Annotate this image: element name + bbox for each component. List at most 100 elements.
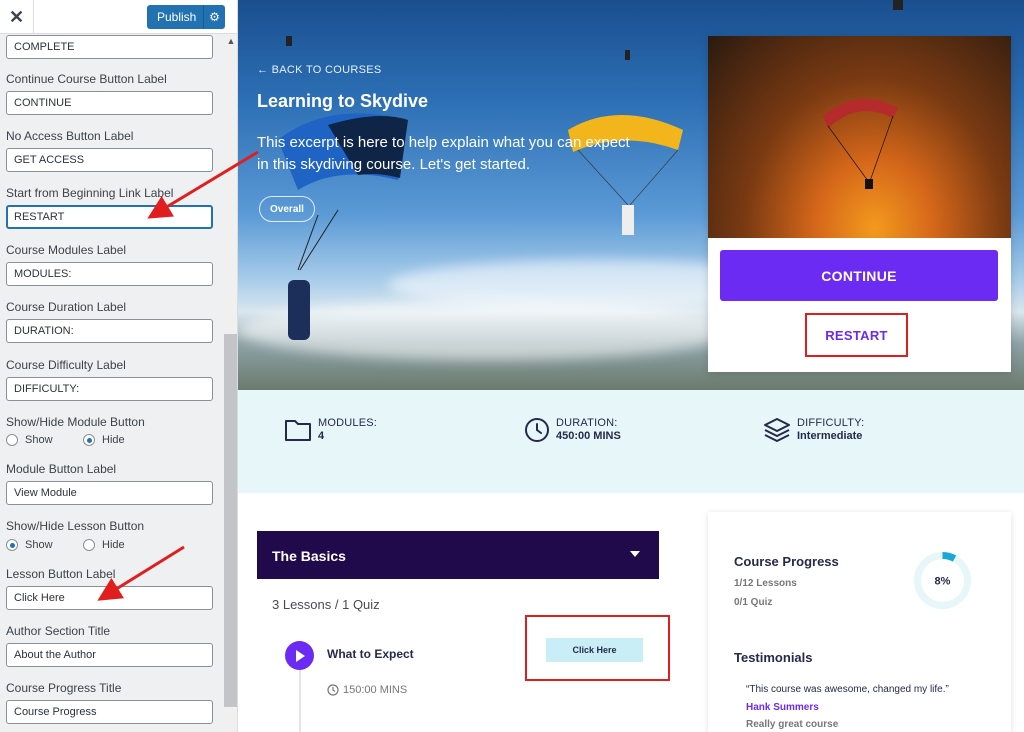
field-label: No Access Button Label xyxy=(6,129,134,143)
progress-lessons: 1/12 Lessons xyxy=(734,578,797,589)
clock-icon xyxy=(327,684,339,696)
testimonial-quote: “This course was awesome, changed my lif… xyxy=(746,684,949,695)
clock-icon xyxy=(525,418,549,442)
modules-value: 4 xyxy=(318,430,325,442)
lesson-duration: 150:00 MINS xyxy=(327,684,407,696)
skydiver xyxy=(622,205,634,235)
restart-link[interactable]: RESTART xyxy=(805,313,908,357)
field-label: Show/Hide Module Button xyxy=(6,415,145,429)
difficulty-label: DIFFICULTY: xyxy=(797,417,865,429)
field-label: Lesson Button Label xyxy=(6,567,116,581)
duration-value: 450:00 MINS xyxy=(556,430,621,442)
lesson-hide-radio[interactable]: Hide xyxy=(83,539,160,551)
lesson-title[interactable]: What to Expect xyxy=(327,647,414,661)
modules-label-field[interactable] xyxy=(6,262,213,286)
radio-circle[interactable] xyxy=(6,539,18,551)
progress-quiz: 0/1 Quiz xyxy=(734,597,773,608)
progress-ring: 8% xyxy=(914,552,971,609)
field-label: Course Progress Title xyxy=(6,681,122,695)
radio-label: Hide xyxy=(102,434,125,446)
gear-icon[interactable]: ⚙ xyxy=(203,5,225,29)
course-hero: ← BACK TO COURSES Learning to Skydive Th… xyxy=(238,0,1024,390)
lesson-button-label-field[interactable] xyxy=(6,586,213,610)
overall-badge[interactable]: Overall xyxy=(259,196,315,222)
module-show-radio[interactable]: Show xyxy=(6,434,83,446)
publish-label: Publish xyxy=(157,10,197,24)
no-access-label-field[interactable] xyxy=(6,148,213,172)
course-enroll-card: CONTINUE RESTART xyxy=(708,36,1011,372)
scroll-up-icon[interactable]: ▲ xyxy=(225,36,237,46)
field-label: Start from Beginning Link Label xyxy=(6,186,174,200)
module-toggle-radios: Show Hide xyxy=(6,434,160,446)
radio-circle[interactable] xyxy=(83,434,95,446)
module-lesson-count: 3 Lessons / 1 Quiz xyxy=(272,597,380,612)
publish-button[interactable]: Publish ⚙ xyxy=(147,5,225,29)
field-label: Continue Course Button Label xyxy=(6,72,167,86)
lesson-show-radio[interactable]: Show xyxy=(6,539,83,551)
lesson-toggle-radios: Show Hide xyxy=(6,539,160,551)
meta-duration: DURATION: 450:00 MINS xyxy=(524,417,621,443)
module-accordion-header[interactable]: The Basics xyxy=(257,531,659,579)
customizer-panel: ✕ Publish ⚙ ▲ Continue Course Button Lab… xyxy=(0,0,238,732)
field-label: Author Section Title xyxy=(6,624,111,638)
skydiver xyxy=(625,50,630,60)
radio-label: Hide xyxy=(102,539,125,551)
parachute-line xyxy=(297,214,319,271)
continue-button[interactable]: CONTINUE xyxy=(720,250,998,301)
play-icon[interactable] xyxy=(285,641,314,670)
course-excerpt: This excerpt is here to help explain wha… xyxy=(257,134,630,173)
play-triangle xyxy=(295,649,305,662)
field-label: Module Button Label xyxy=(6,462,117,476)
field-label: Course Modules Label xyxy=(6,243,127,257)
paraglider-pilot xyxy=(865,179,873,189)
back-link-label: BACK TO COURSES xyxy=(271,64,382,76)
paraglider-photo xyxy=(823,98,898,189)
complete-label-field[interactable] xyxy=(6,35,213,59)
site-preview: ← BACK TO COURSES Learning to Skydive Th… xyxy=(238,0,1024,732)
scrollbar-thumb[interactable] xyxy=(224,334,237,707)
difficulty-value: Intermediate xyxy=(797,430,863,442)
continue-label-field[interactable] xyxy=(6,91,213,115)
duration-label-field[interactable] xyxy=(6,319,213,343)
course-meta-bar: MODULES: 4 DURATION: 450:00 MINS DIFFICU… xyxy=(238,390,1024,493)
lesson-timeline xyxy=(299,668,301,732)
testimonial-author[interactable]: Hank Summers xyxy=(746,702,819,713)
lesson-button[interactable]: Click Here xyxy=(546,638,643,662)
field-label: Show/Hide Lesson Button xyxy=(6,519,145,533)
modules-label: MODULES: xyxy=(318,417,378,429)
back-to-courses-link[interactable]: ← BACK TO COURSES xyxy=(257,64,382,76)
skydiver xyxy=(286,36,292,46)
paraglider-wing xyxy=(823,98,898,128)
meta-modules: MODULES: 4 xyxy=(284,417,377,443)
radio-label: Show xyxy=(25,539,53,551)
field-label: Course Difficulty Label xyxy=(6,358,126,372)
parachute-line xyxy=(629,149,679,206)
progress-title-field[interactable] xyxy=(6,700,213,724)
progress-title: Course Progress xyxy=(734,554,839,569)
testimonials-title: Testimonials xyxy=(734,650,813,665)
author-title-field[interactable] xyxy=(6,643,213,667)
layers-icon xyxy=(764,418,790,442)
testimonial-caption: Really great course xyxy=(746,719,839,730)
radio-circle[interactable] xyxy=(6,434,18,446)
skydiver xyxy=(893,0,903,10)
radio-label: Show xyxy=(25,434,53,446)
close-icon[interactable]: ✕ xyxy=(0,0,34,34)
meta-difficulty: DIFFICULTY: Intermediate xyxy=(763,417,864,443)
chevron-down-icon[interactable] xyxy=(630,551,640,557)
customizer-header: ✕ Publish ⚙ xyxy=(0,0,237,34)
field-label: Course Duration Label xyxy=(6,300,127,314)
module-title: The Basics xyxy=(272,548,346,564)
skydiver xyxy=(288,280,310,340)
parachute-line xyxy=(827,125,869,182)
course-title: Learning to Skydive xyxy=(257,91,429,111)
course-image xyxy=(708,36,1011,238)
course-sidebar-card: Course Progress 1/12 Lessons 0/1 Quiz 8%… xyxy=(708,512,1011,732)
folder-icon xyxy=(285,420,311,441)
module-button-label-field[interactable] xyxy=(6,481,213,505)
module-hide-radio[interactable]: Hide xyxy=(83,434,160,446)
radio-circle[interactable] xyxy=(83,539,95,551)
parachute-line xyxy=(869,115,894,182)
restart-label-field[interactable] xyxy=(6,205,213,229)
difficulty-label-field[interactable] xyxy=(6,377,213,401)
